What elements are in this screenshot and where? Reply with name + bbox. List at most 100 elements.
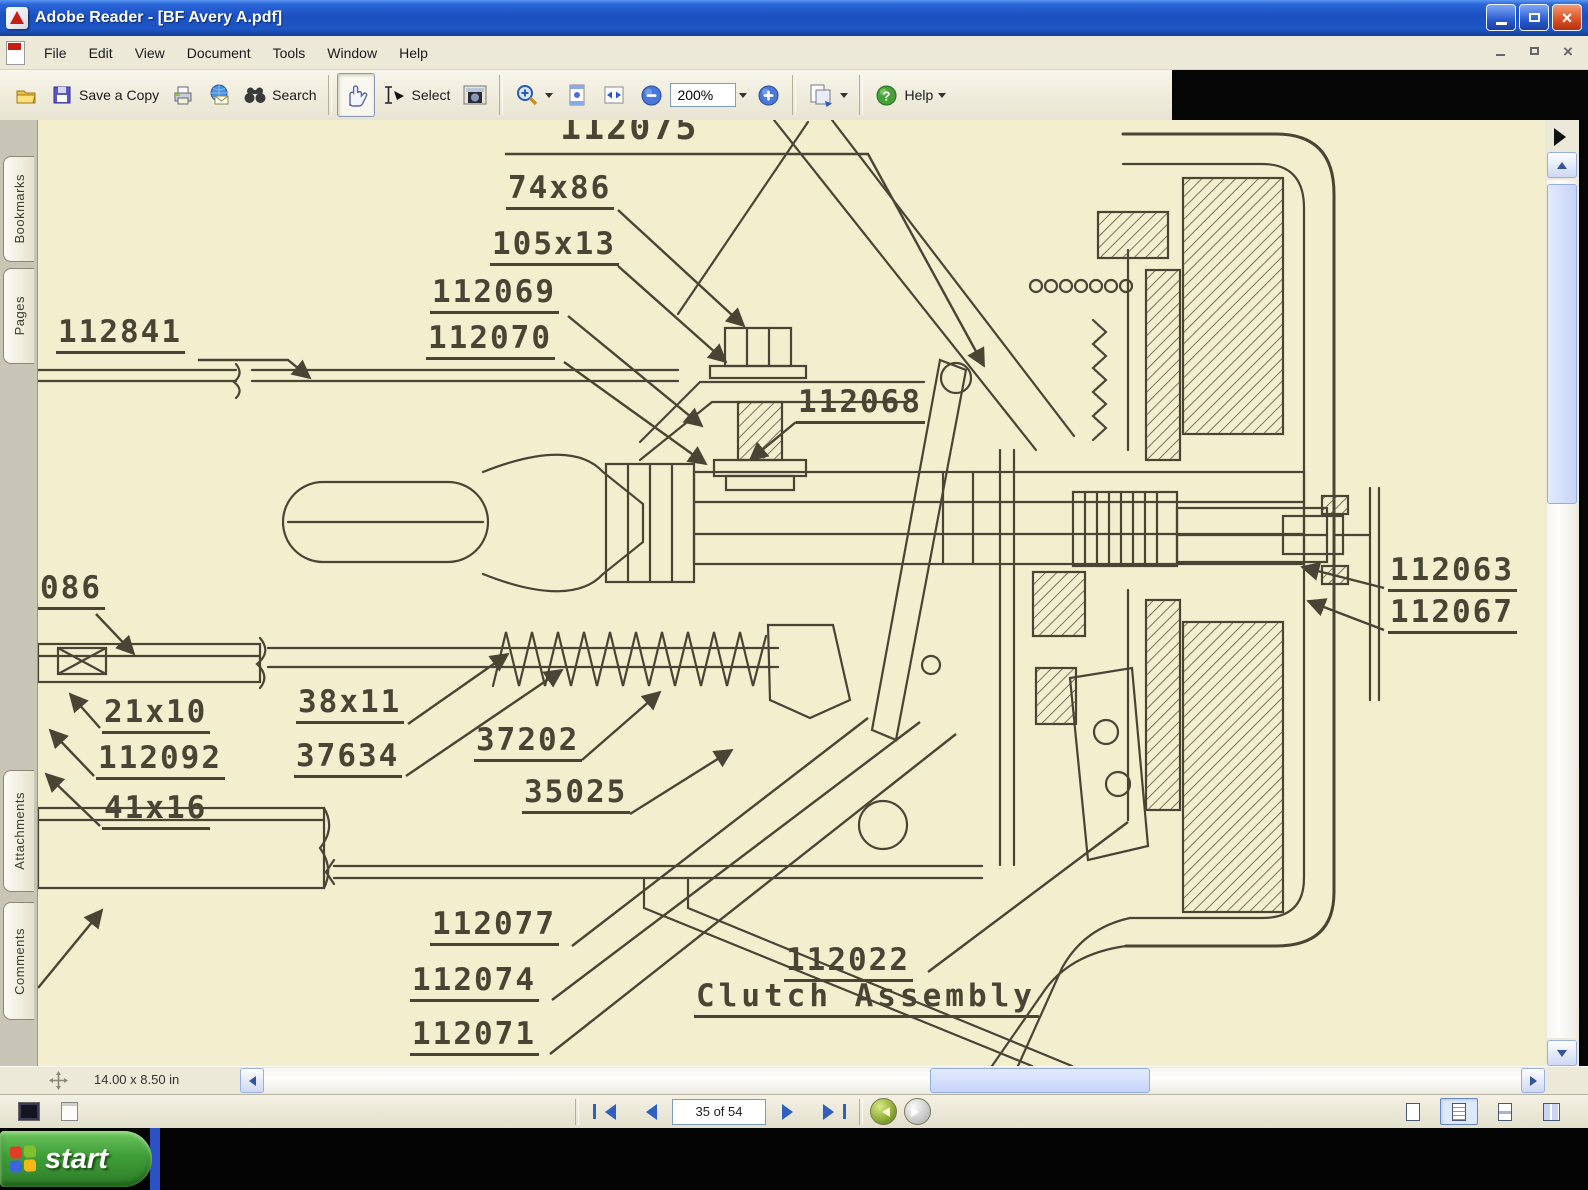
triangle-left-icon [597, 1103, 616, 1120]
email-icon [210, 84, 229, 105]
arrow-right-icon [911, 1106, 924, 1117]
horizontal-scroll-thumb[interactable] [930, 1068, 1150, 1093]
separator [859, 1098, 863, 1125]
zoom-in-button[interactable] [750, 74, 787, 116]
continuous-facing-icon [1498, 1102, 1512, 1121]
zoom-in-icon [758, 85, 779, 105]
document-minimize-button[interactable] [1490, 42, 1510, 60]
window-title: Adobe Reader - [BF Avery A.pdf] [35, 9, 283, 26]
document-close-button[interactable]: × [1558, 42, 1578, 60]
minimize-button[interactable] [1486, 4, 1516, 31]
continuous-view-button[interactable] [1440, 1098, 1478, 1125]
search-button[interactable]: Search [237, 74, 322, 116]
zoom-level-dropdown[interactable] [736, 74, 750, 116]
chevron-up-icon [1557, 157, 1567, 169]
first-page-button[interactable] [586, 1098, 622, 1125]
email-button[interactable] [201, 74, 237, 116]
zoom-out-button[interactable] [633, 74, 670, 116]
select-tool-button[interactable]: Select [375, 74, 457, 116]
zoom-tool-dropdown-arrow[interactable] [545, 93, 554, 102]
windows-logo-icon [10, 1145, 36, 1173]
vertical-scroll-thumb[interactable] [1547, 184, 1577, 504]
sidebar-tab-comments[interactable]: Comments [3, 902, 34, 1020]
pdf-document-icon[interactable] [6, 40, 25, 65]
menu-item-help[interactable]: Help [388, 40, 439, 66]
facing-view-button[interactable] [1532, 1098, 1570, 1125]
page-dimensions: 14.00 x 8.50 in [94, 1072, 180, 1087]
part-label-112069: 112069 [430, 276, 559, 314]
page-display-button[interactable] [801, 74, 854, 116]
menu-item-window[interactable]: Window [316, 40, 388, 66]
normal-view-button[interactable] [56, 1099, 82, 1123]
pan-move-icon [49, 1071, 68, 1090]
horizontal-scrollbar[interactable] [240, 1068, 1545, 1093]
binoculars-search-icon [244, 87, 266, 103]
part-labels: 112075 74x86 105x13 112069 112070 112841 11206… [38, 120, 1545, 1066]
print-button[interactable] [165, 74, 201, 116]
fullscreen-icon [18, 1101, 40, 1121]
fit-width-icon [604, 86, 624, 104]
chevron-left-icon [244, 1075, 256, 1086]
chevron-right-icon [1529, 1075, 1542, 1086]
sidebar-tab-bookmarks[interactable]: Bookmarks [3, 156, 34, 262]
restore-button[interactable] [1519, 4, 1549, 31]
search-label: Search [272, 87, 317, 103]
part-label-clutch-assembly: Clutch Assembly [694, 980, 1039, 1018]
next-page-button[interactable] [773, 1098, 809, 1125]
save-icon [53, 86, 71, 104]
zoom-out-icon [641, 85, 662, 105]
continuous-facing-view-button[interactable] [1486, 1098, 1524, 1125]
previous-view-button[interactable] [870, 1098, 897, 1125]
menu-item-document[interactable]: Document [176, 40, 262, 66]
part-label-112022: 112022 [784, 944, 913, 982]
scroll-down-button[interactable] [1547, 1040, 1577, 1066]
document-restore-button[interactable] [1524, 42, 1544, 60]
help-dropdown-arrow[interactable] [938, 93, 947, 102]
zoom-in-tool-button[interactable] [508, 74, 559, 116]
single-page-view-button[interactable] [1394, 1098, 1432, 1125]
select-label: Select [411, 87, 451, 103]
triangle-right-icon [781, 1103, 801, 1120]
next-view-button[interactable] [904, 1098, 931, 1125]
actual-size-button[interactable] [559, 74, 595, 116]
print-icon [174, 86, 192, 105]
horizontal-scroll-track[interactable] [264, 1068, 1521, 1093]
main-area: Bookmarks Pages Attachments Comments 112… [0, 120, 1588, 1066]
open-button[interactable] [8, 74, 44, 116]
save-a-copy-button[interactable]: Save a Copy [44, 74, 165, 116]
page-layout-buttons [1394, 1098, 1570, 1125]
select-tool-icon [384, 86, 404, 104]
scroll-up-button[interactable] [1547, 152, 1577, 178]
open-folder-icon [16, 90, 36, 104]
pane-expand-arrow-icon[interactable] [1554, 128, 1566, 146]
close-button[interactable]: × [1552, 4, 1582, 31]
zoom-level-input[interactable] [670, 83, 737, 107]
document-status-row: 14.00 x 8.50 in [0, 1066, 1588, 1094]
help-button[interactable]: ? Help [868, 74, 952, 116]
fullscreen-view-button[interactable] [16, 1099, 42, 1123]
menu-item-file[interactable]: File [33, 40, 78, 66]
fit-width-button[interactable] [595, 74, 633, 116]
part-label-112074: 112074 [410, 964, 539, 1002]
start-button[interactable]: start [0, 1131, 152, 1187]
scroll-left-button[interactable] [240, 1068, 264, 1093]
vertical-scrollbar[interactable] [1545, 120, 1579, 1066]
menu-item-edit[interactable]: Edit [78, 40, 124, 66]
sidebar-tab-attachments[interactable]: Attachments [3, 770, 34, 892]
hand-tool-button[interactable] [336, 73, 375, 117]
scroll-right-button[interactable] [1521, 1068, 1545, 1093]
windows-taskbar: start [0, 1128, 1588, 1190]
menu-item-tools[interactable]: Tools [262, 40, 317, 66]
snapshot-button[interactable] [456, 74, 494, 116]
previous-page-button[interactable] [629, 1098, 665, 1125]
sidebar-tab-pages[interactable]: Pages [3, 268, 34, 364]
part-label-112063: 112063 [1388, 554, 1517, 592]
page-indicator[interactable]: 35 of 54 [672, 1098, 766, 1125]
navigation-pane-strip: Bookmarks Pages Attachments Comments [0, 120, 38, 1066]
part-label-112092: 112092 [96, 742, 225, 780]
page-display-dropdown-arrow[interactable] [840, 93, 849, 102]
menu-item-view[interactable]: View [124, 40, 176, 66]
document-page[interactable]: 112075 74x86 105x13 112069 112070 112841 11206… [38, 120, 1545, 1066]
toolbar-separator [859, 75, 864, 115]
last-page-button[interactable] [816, 1098, 852, 1125]
